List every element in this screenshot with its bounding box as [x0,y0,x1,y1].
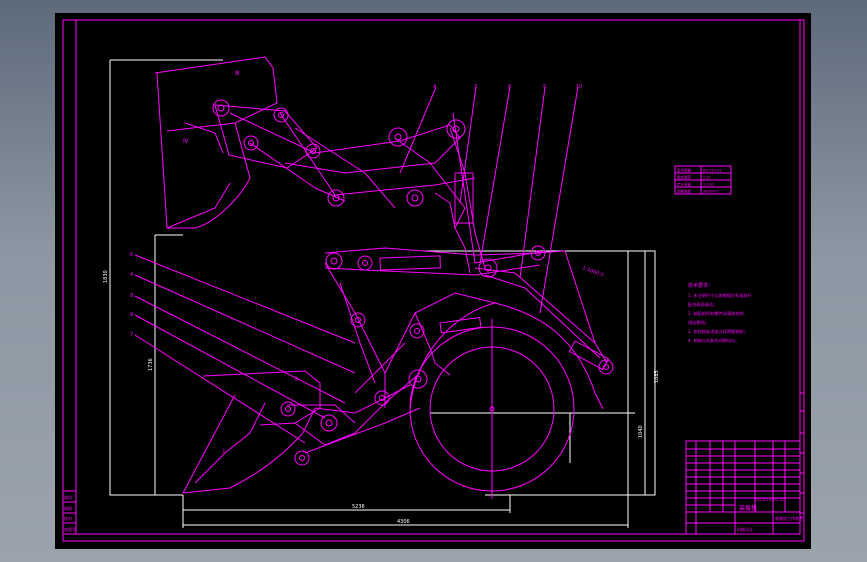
label-tilt-bucket: Ⅳ [183,138,189,145]
callout-top-4: 10 [576,84,582,90]
callout-top-0: 4 [433,84,436,90]
callout-left-0: 6 [130,252,133,258]
callout-leaders-left [134,254,356,444]
dim-wheel: 1040 [638,425,644,438]
inner-frame [75,19,801,535]
callout-top-1: 3 [474,84,477,90]
dim-right-small: 1085 [654,370,660,383]
engineering-drawing: 借用 描图 校对 底图号 1830 1736 1040 1085 5236 43… [62,19,805,542]
frame-ticks [800,392,804,514]
tech-req-line-1: 配合表面清洁； [688,301,717,308]
dim-bottom-long: 4306 [397,519,410,525]
cad-viewport[interactable]: 借用 描图 校对 底图号 1830 1736 1040 1085 5236 43… [55,13,811,549]
callout-top-2: 8 [508,84,511,90]
hinge-pins [212,99,614,466]
label-lower-bucket: Ⅰ [223,448,225,455]
param-label-1: 额定载荷 [677,175,691,180]
tech-req-line-2: 2. 装配前所有零件须清除毛刺、 [688,310,748,317]
tech-req-line-5: 4. 销轴与孔配合间隙均匀。 [688,337,739,344]
tech-req-line-3: 锐边倒钝； [688,319,709,326]
callout-left-4: 7 [130,332,133,338]
dim-overall-height: 1830 [103,270,109,283]
callout-leaders-top [399,86,579,314]
stamp-text-2: 校对 [64,515,72,521]
technical-requirements: 技术要求： 1. 未注明尺寸公差按相应标准执行 配合表面清洁； 2. 装配前所有… [688,282,752,344]
reference-lines [109,59,656,528]
stamp-text-3: 底图号 [64,526,76,532]
param-label-0: 型号规格 [677,168,691,173]
wheel-assembly [409,302,604,499]
left-stamp-table: 借用 描图 校对 底图号 [62,490,77,535]
lower-bucket [182,292,496,494]
param-value-2: 1.2m3 [703,183,714,187]
tech-req-title: 技术要求： [688,282,713,289]
label-boom-bucket: Ⅲ [235,70,239,77]
param-value-3: 2800mm [703,190,719,194]
dim-bottom-short: 5236 [352,504,365,510]
callout-top-3: 5 [543,84,546,90]
stamp-text-1: 描图 [64,505,72,511]
callout-left-1: 4 [130,272,133,278]
label-front-gate: Ⅱ [295,376,298,383]
callout-left-3: 9 [130,312,133,318]
param-label-2: 铲斗容量 [677,182,691,187]
dim-mid-height: 1736 [148,358,154,371]
title-block: 装载机 ZXJ-2019-001-00 装载机工作装置 机械设计 [685,440,803,535]
param-label-3: 卸载高度 [677,189,691,194]
slope-label: 1:5000.0 [581,265,604,278]
tech-req-line-0: 1. 未注明尺寸公差按相应标准执行 [688,292,752,299]
title-drawing-no: ZXJ-2019-001-00 [755,498,785,502]
title-company: 机械设计 [737,526,753,532]
stamp-text-0: 借用 [64,494,72,500]
param-value-1: 2.5t [703,176,711,180]
param-value-0: BZ-250-01 [703,169,721,173]
upper-linkage [214,104,486,269]
title-subtitle: 装载机工作装置 [775,515,803,521]
callout-left-2: 8 [130,293,133,299]
upper-bucket-III [154,56,278,229]
title-drawing-name: 装载机 [739,504,757,512]
tech-req-line-4: 3. 各铰接处须加注润滑脂装配； [688,328,748,335]
parameter-table: 型号规格 BZ-250-01 额定载荷 2.5t 铲斗容量 1.2m3 卸载高度… [674,165,732,195]
